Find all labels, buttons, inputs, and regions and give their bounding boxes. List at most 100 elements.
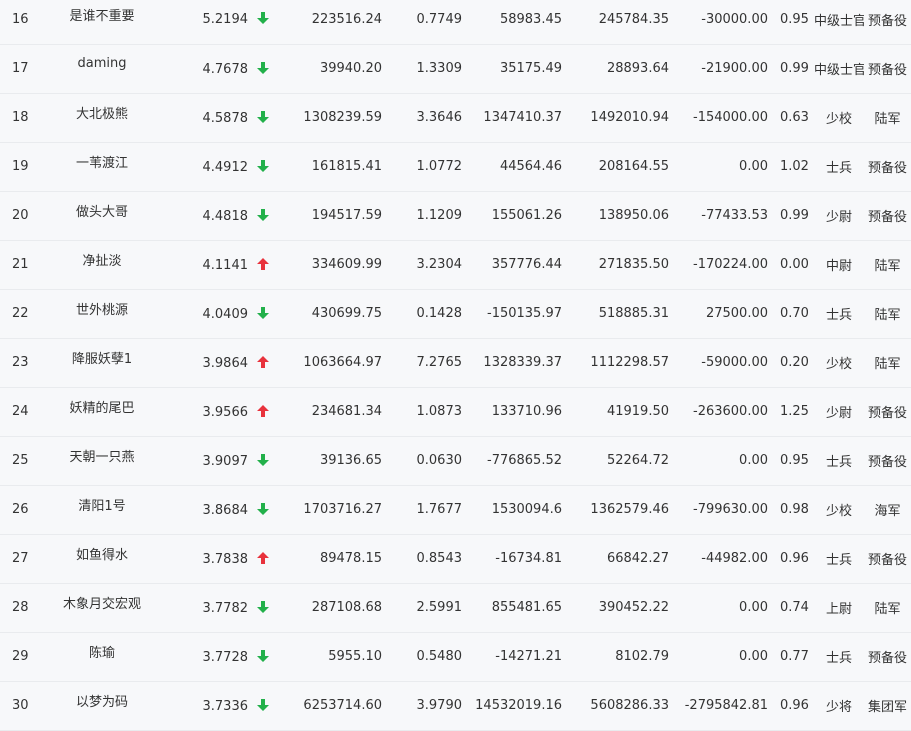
profit-value: 14532019.16 [462,681,562,731]
trader-name[interactable]: 妖精的尾巴 [69,401,134,416]
net-flow: -77433.53 [669,191,776,241]
trader-name[interactable]: daming [78,56,127,71]
total-assets: 1703716.27 [272,485,390,535]
rank-number: 19 [0,142,40,192]
branch: 预备役 [864,387,911,437]
profit-value: 155061.26 [462,191,562,241]
arrow-up-icon [257,355,269,368]
trader-name-cell[interactable]: 以梦为码 [40,681,164,731]
table-row[interactable]: 24 妖精的尾巴 3.9566 234681.34 1.0873 133710.… [0,387,911,437]
trader-name-cell[interactable]: 陈瑜 [40,632,164,682]
table-row[interactable]: 27 如鱼得水 3.7838 89478.15 0.8543 -16734.81… [0,534,911,584]
table-row[interactable]: 25 天朝一只燕 3.9097 39136.65 0.0630 -776865.… [0,436,911,486]
trader-name-cell[interactable]: 世外桃源 [40,289,164,339]
trader-name-cell[interactable]: 大北极熊 [40,93,164,143]
trader-name[interactable]: 做头大哥 [76,205,128,220]
profit-value: 58983.45 [462,0,562,45]
coefficient: 0.70 [776,289,814,339]
arrow-down-icon [257,208,269,221]
ratio-value: 3.3646 [390,93,462,143]
table-row[interactable]: 23 降服妖孽1 3.9864 1063664.97 7.2765 132833… [0,338,911,388]
score-value: 4.0409 [202,306,249,322]
trader-name[interactable]: 木象月交宏观 [63,597,141,612]
trader-name[interactable]: 降服妖孽1 [72,352,132,367]
score-value: 3.7838 [202,551,249,567]
trader-name-cell[interactable]: 妖精的尾巴 [40,387,164,437]
coefficient: 0.77 [776,632,814,682]
trader-name-cell[interactable]: 是谁不重要 [40,0,164,45]
ratio-value: 1.0873 [390,387,462,437]
table-row[interactable]: 26 清阳1号 3.8684 1703716.27 1.7677 1530094… [0,485,911,535]
coefficient: 0.95 [776,0,814,45]
trader-name[interactable]: 陈瑜 [89,646,115,661]
trader-name[interactable]: 天朝一只燕 [69,450,134,465]
rank-number: 17 [0,44,40,94]
score-cell: 4.1141 [164,240,272,290]
trader-name[interactable]: 一苇渡江 [76,156,128,171]
table-row[interactable]: 18 大北极熊 4.5878 1308239.59 3.3646 1347410… [0,93,911,143]
score-value: 4.1141 [202,257,249,273]
ratio-value: 1.1209 [390,191,462,241]
trader-name-cell[interactable]: 一苇渡江 [40,142,164,192]
arrow-down-icon [257,453,269,466]
market-value: 41919.50 [562,387,669,437]
military-rank: 士兵 [814,534,864,584]
military-rank: 士兵 [814,289,864,339]
trader-name[interactable]: 如鱼得水 [76,548,128,563]
trader-name[interactable]: 世外桃源 [76,303,128,318]
table-row[interactable]: 28 木象月交宏观 3.7782 287108.68 2.5991 855481… [0,583,911,633]
coefficient: 0.20 [776,338,814,388]
score-cell: 3.7782 [164,583,272,633]
net-flow: -2795842.81 [669,681,776,731]
score-value: 3.9097 [202,453,249,469]
market-value: 1112298.57 [562,338,669,388]
arrow-down-icon [257,159,269,172]
coefficient: 0.95 [776,436,814,486]
table-row[interactable]: 17 daming 4.7678 39940.20 1.3309 35175.4… [0,44,911,94]
trader-name-cell[interactable]: daming [40,44,164,94]
arrow-down-icon [257,61,269,74]
table-row[interactable]: 19 一苇渡江 4.4912 161815.41 1.0772 44564.46… [0,142,911,192]
trader-name[interactable]: 清阳1号 [78,499,125,514]
trader-name-cell[interactable]: 木象月交宏观 [40,583,164,633]
rank-number: 29 [0,632,40,682]
trader-name[interactable]: 净扯淡 [82,254,121,269]
rank-number: 27 [0,534,40,584]
net-flow: -170224.00 [669,240,776,290]
coefficient: 0.63 [776,93,814,143]
ratio-value: 0.7749 [390,0,462,45]
profit-value: 855481.65 [462,583,562,633]
branch: 陆军 [864,338,911,388]
trader-name-cell[interactable]: 如鱼得水 [40,534,164,584]
total-assets: 334609.99 [272,240,390,290]
trader-name-cell[interactable]: 降服妖孽1 [40,338,164,388]
table-row[interactable]: 22 世外桃源 4.0409 430699.75 0.1428 -150135.… [0,289,911,339]
table-row[interactable]: 30 以梦为码 3.7336 6253714.60 3.9790 1453201… [0,681,911,731]
trader-name[interactable]: 以梦为码 [76,695,128,710]
score-cell: 3.8684 [164,485,272,535]
rank-number: 23 [0,338,40,388]
score-value: 4.4912 [202,159,249,175]
military-rank: 中尉 [814,240,864,290]
table-row[interactable]: 21 净扯淡 4.1141 334609.99 3.2304 357776.44… [0,240,911,290]
trader-name-cell[interactable]: 天朝一只燕 [40,436,164,486]
score-value: 3.9566 [202,404,249,420]
arrow-down-icon [257,502,269,515]
rank-number: 22 [0,289,40,339]
table-row[interactable]: 29 陈瑜 3.7728 5955.10 0.5480 -14271.21 81… [0,632,911,682]
profit-value: -776865.52 [462,436,562,486]
trader-name[interactable]: 是谁不重要 [69,9,134,24]
score-cell: 3.7728 [164,632,272,682]
rank-number: 18 [0,93,40,143]
profit-value: -150135.97 [462,289,562,339]
trader-name-cell[interactable]: 做头大哥 [40,191,164,241]
table-row[interactable]: 16 是谁不重要 5.2194 223516.24 0.7749 58983.4… [0,0,911,45]
coefficient: 1.02 [776,142,814,192]
trader-name-cell[interactable]: 清阳1号 [40,485,164,535]
table-row[interactable]: 20 做头大哥 4.4818 194517.59 1.1209 155061.2… [0,191,911,241]
trader-name[interactable]: 大北极熊 [76,107,128,122]
score-cell: 4.4818 [164,191,272,241]
trader-name-cell[interactable]: 净扯淡 [40,240,164,290]
market-value: 28893.64 [562,44,669,94]
total-assets: 39940.20 [272,44,390,94]
